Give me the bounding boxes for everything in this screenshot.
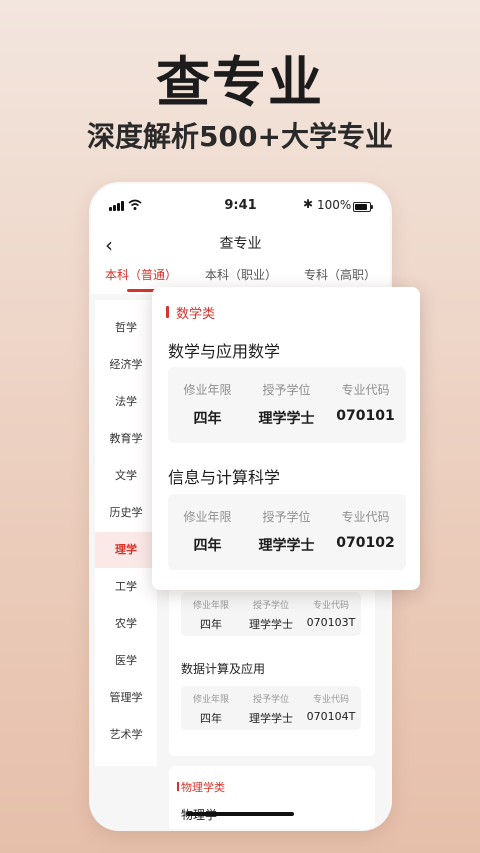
hero-title: 查专业 [156, 51, 324, 114]
nav-bar: ‹ 查专业 [91, 228, 390, 264]
battery-icon [353, 202, 373, 212]
major-name[interactable]: 数据计算及应用 [181, 660, 265, 677]
major-detail-popup: 数学类 数学与应用数学 修业年限 授予学位 专业代码 四年 理学学士 07010… [152, 287, 420, 590]
degree-value: 理学学士 [249, 712, 293, 725]
years-label: 修业年限 [183, 383, 232, 397]
sidebar-item-engineering[interactable]: 工学 [95, 569, 157, 605]
degree-label: 授予学位 [252, 695, 289, 705]
years-label: 修业年限 [183, 510, 232, 524]
tab-college-vocational[interactable]: 专科（高职） [290, 266, 390, 283]
major-info-box[interactable]: 修业年限 授予学位 专业代码 四年 理学学士 070103T [181, 592, 361, 636]
years-value: 四年 [193, 411, 222, 427]
sidebar-item-law[interactable]: 法学 [95, 384, 157, 420]
years-value: 四年 [200, 712, 222, 725]
years-label: 修业年限 [192, 601, 229, 611]
major-info-box[interactable]: 修业年限 授予学位 专业代码 四年 理学学士 070101 [168, 367, 406, 443]
status-bar: 9:41 ✱ 100% [91, 184, 390, 228]
code-value: 070101 [336, 408, 395, 424]
sidebar-item-agriculture[interactable]: 农学 [95, 606, 157, 642]
code-label: 专业代码 [312, 695, 349, 705]
bluetooth-icon: ✱ [303, 197, 314, 211]
sidebar-item-philosophy[interactable]: 哲学 [95, 310, 157, 346]
degree-label: 授予学位 [262, 510, 311, 524]
years-label: 修业年限 [192, 695, 229, 705]
code-label: 专业代码 [341, 383, 390, 397]
degree-value: 理学学士 [258, 538, 315, 554]
battery-percentage: 100% [317, 198, 352, 212]
code-label: 专业代码 [312, 601, 349, 611]
home-indicator [186, 812, 294, 816]
degree-value: 理学学士 [258, 411, 315, 427]
category-title: 物理学类 [181, 781, 225, 794]
category-marker [166, 306, 169, 318]
hero-subtitle: 深度解析500+大学专业 [87, 120, 393, 153]
sidebar-item-medicine[interactable]: 医学 [95, 643, 157, 679]
major-info-box[interactable]: 修业年限 授予学位 专业代码 四年 理学学士 070104T [181, 686, 361, 730]
page-title: 查专业 [219, 236, 262, 252]
sidebar-item-management[interactable]: 管理学 [95, 680, 157, 716]
sidebar-item-economics[interactable]: 经济学 [95, 347, 157, 383]
active-tab-indicator [127, 289, 155, 292]
code-label: 专业代码 [341, 510, 390, 524]
degree-value: 理学学士 [249, 618, 293, 631]
category-title: 数学类 [176, 307, 216, 322]
major-info-box[interactable]: 修业年限 授予学位 专业代码 四年 理学学士 070102 [168, 494, 406, 570]
code-value: 070102 [336, 535, 395, 551]
years-value: 四年 [200, 618, 222, 631]
code-value: 070104T [306, 710, 356, 723]
years-value: 四年 [193, 538, 222, 554]
sidebar-item-education[interactable]: 教育学 [95, 421, 157, 457]
degree-label: 授予学位 [252, 601, 289, 611]
tab-undergrad-general[interactable]: 本科（普通） [91, 266, 191, 283]
tab-undergrad-vocational[interactable]: 本科（职业） [191, 266, 291, 283]
sidebar-item-art[interactable]: 艺术学 [95, 717, 157, 753]
sidebar-item-literature[interactable]: 文学 [95, 458, 157, 494]
discipline-sidebar: 哲学 经济学 法学 教育学 文学 历史学 理学 工学 农学 医学 管理学 艺术学 [95, 300, 157, 766]
category-marker [177, 782, 179, 791]
major-name[interactable]: 信息与计算科学 [168, 464, 280, 488]
major-name[interactable]: 数学与应用数学 [168, 338, 280, 362]
sidebar-item-history[interactable]: 历史学 [95, 495, 157, 531]
code-value: 070103T [306, 616, 356, 629]
sidebar-item-science[interactable]: 理学 [95, 532, 157, 568]
degree-label: 授予学位 [262, 383, 311, 397]
